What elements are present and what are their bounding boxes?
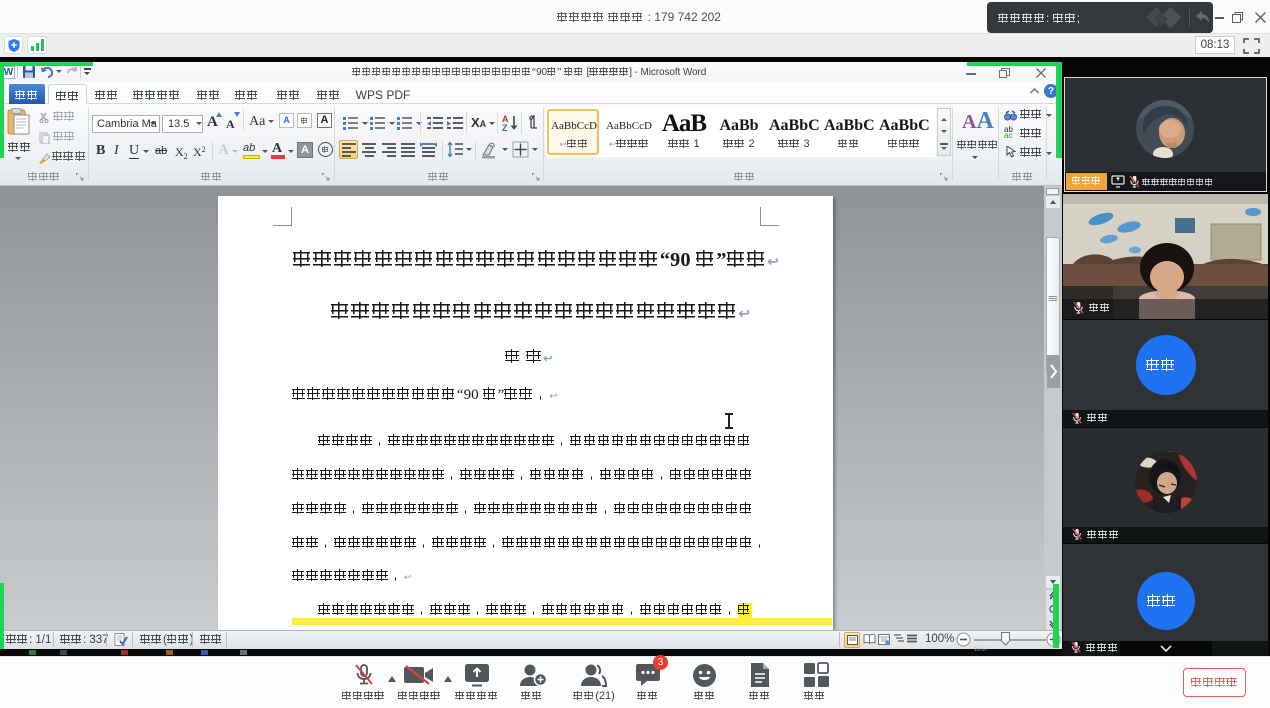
svg-text:Z: Z <box>502 123 508 132</box>
